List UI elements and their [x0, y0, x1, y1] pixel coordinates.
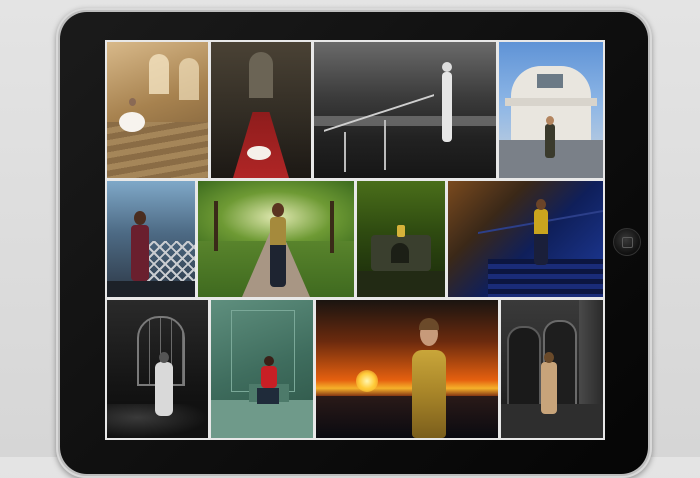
dancer-figure: [442, 72, 452, 142]
ballerina-figure: [247, 146, 271, 160]
woman-figure: [541, 362, 557, 414]
woman-figure: [131, 225, 149, 281]
photo-ballerina-red-carpet[interactable]: [211, 42, 311, 178]
woman-gold-dress-figure: [412, 350, 446, 438]
ballerina-figure: [119, 112, 145, 132]
woman-figure: [261, 366, 277, 388]
woman-figure: [534, 209, 548, 265]
photo-woman-gothic-doorway[interactable]: [501, 300, 603, 438]
woman-figure: [545, 124, 555, 158]
photo-woman-blue-stairs[interactable]: [448, 181, 603, 297]
photo-forest-night[interactable]: [357, 181, 445, 297]
home-button[interactable]: [613, 228, 641, 256]
photo-woman-tree-path[interactable]: [198, 181, 354, 297]
photo-art-deco-house[interactable]: [499, 42, 603, 178]
woman-figure: [270, 217, 286, 287]
photo-woman-green-room[interactable]: [211, 300, 313, 438]
figure: [397, 225, 405, 237]
photo-woman-bridge[interactable]: [107, 181, 195, 297]
photo-bw-dancer-railing[interactable]: [314, 42, 496, 178]
photo-ballerina-staircase[interactable]: [107, 42, 208, 178]
photo-bw-window[interactable]: [107, 300, 208, 438]
photo-woman-gold-sunset[interactable]: [316, 300, 498, 438]
photo-gallery-screen: [105, 40, 605, 440]
woman-figure: [155, 362, 173, 416]
